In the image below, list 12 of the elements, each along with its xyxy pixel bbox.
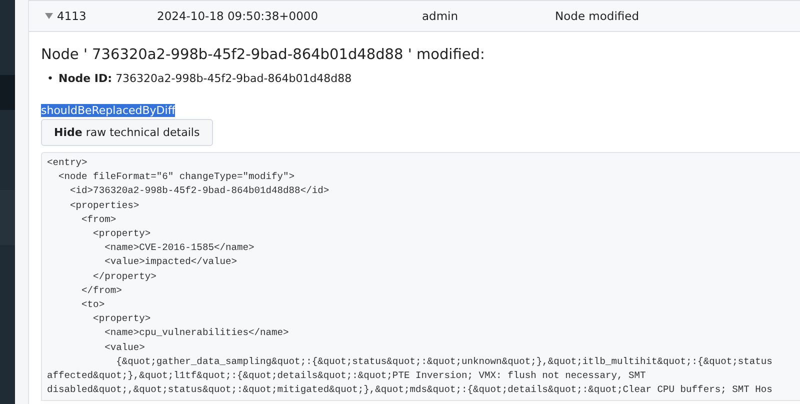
event-user: admin: [422, 9, 460, 23]
detail-field: Node ID: 736320a2-998b-45f2-9bad-864b01d48d88: [58, 72, 352, 86]
event-id: 4113: [57, 9, 88, 23]
caret-icon[interactable]: [45, 13, 53, 19]
event-row[interactable]: 4113 2024-10-18 09:50:38+0000 admin Node modified: [29, 0, 800, 32]
event-time: 2024-10-18 09:50:38+0000: [157, 9, 320, 23]
bullet-marker: •: [47, 72, 54, 86]
details-heading: Node ' 736320a2-998b-45f2-9bad-864b01d48d88 ' modified:: [41, 46, 485, 64]
raw-details-code: <entry> <node fileFormat="6" changeType="modify"> <id>736320a2-998b-45f2-9bad-864b01d48d88</id> <properties> <from> <property> <name>CVE-2016-1585</name> <value>impacted</value> </property> </from> <to> <property> <name>cpu_vulnerabilities</name> <value> {&quot;gather_data_sampling&quot;:{&quot;status&quot;:&quot;unknown&quot;},&quot;itlb_multihit&quot;:{&quot;status affected&quot;},&quot;l1tf&quot;:{&quot;details&quot;:&quot;PTE Inversion; VMX: flush not necessary, SMT disabled&quot;,&quot;status&quot;:&quot;mitigated&quot;},&quot;mds&quot;:{&quot;details&quot;:&quot;Clear CPU buffers; SMT Hos: [41, 152, 800, 402]
selected-text: shouldBeReplacedByDiff: [41, 104, 176, 117]
event-type: Node modified: [555, 9, 640, 23]
toggle-details-button[interactable]: Hide raw technical details: [41, 119, 213, 146]
